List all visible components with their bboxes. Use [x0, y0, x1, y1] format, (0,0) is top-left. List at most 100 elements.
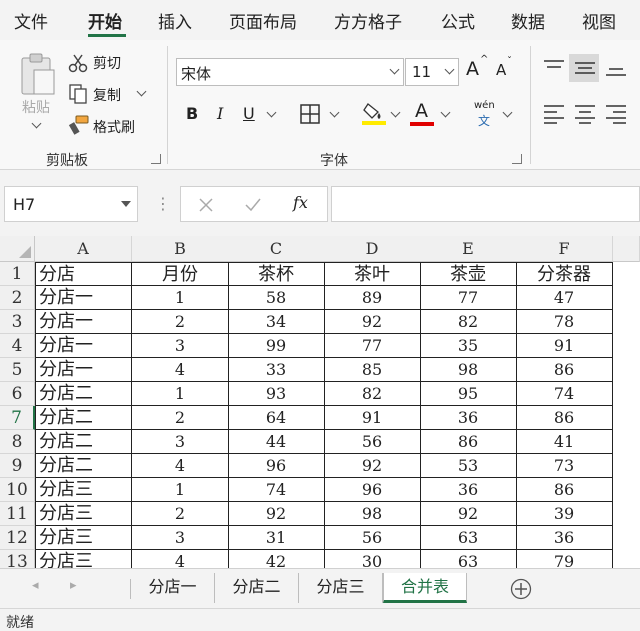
align-center-icon[interactable]: [574, 104, 596, 124]
table-cell[interactable]: 1: [132, 286, 229, 310]
table-cell[interactable]: 95: [420, 382, 517, 406]
table-cell[interactable]: 36: [420, 406, 517, 430]
sheet-tab-1[interactable]: 分店一: [131, 573, 215, 603]
table-cell[interactable]: 分店二: [35, 430, 132, 454]
sheet-tab-2[interactable]: 分店二: [215, 573, 299, 603]
chevron-down-icon[interactable]: [444, 64, 455, 75]
paste-button[interactable]: 粘贴: [22, 97, 50, 117]
table-cell[interactable]: 56: [324, 526, 421, 550]
insert-function-button[interactable]: fx: [293, 193, 308, 212]
table-cell[interactable]: 74: [516, 382, 613, 406]
align-right-icon[interactable]: [605, 104, 627, 124]
table-cell[interactable]: 分店二: [35, 454, 132, 478]
cancel-icon[interactable]: [198, 197, 214, 213]
table-cell[interactable]: 36: [516, 526, 613, 550]
table-cell[interactable]: 3: [132, 526, 229, 550]
table-cell[interactable]: 86: [516, 358, 613, 382]
cut-button[interactable]: 剪切: [93, 53, 121, 73]
caret-down-icon[interactable]: [121, 201, 131, 208]
table-cell[interactable]: 82: [324, 382, 421, 406]
table-cell[interactable]: 63: [420, 550, 517, 568]
table-cell[interactable]: 2: [132, 406, 229, 430]
header-cell[interactable]: 茶壶: [420, 262, 517, 286]
more-options-icon[interactable]: ⋮: [155, 194, 171, 213]
table-cell[interactable]: 44: [228, 430, 325, 454]
table-cell[interactable]: 96: [228, 454, 325, 478]
scroll-right-icon[interactable]: ▸: [70, 578, 77, 593]
column-header[interactable]: C: [228, 236, 325, 262]
table-cell[interactable]: 56: [324, 430, 421, 454]
align-middle-icon[interactable]: [574, 59, 596, 77]
menu-tab-data[interactable]: 数据: [511, 8, 545, 33]
borders-dropdown-icon[interactable]: [329, 107, 340, 118]
table-cell[interactable]: 4: [132, 550, 229, 568]
row-header[interactable]: 12: [0, 526, 35, 550]
table-cell[interactable]: 35: [420, 334, 517, 358]
menu-tab-file[interactable]: 文件: [14, 8, 48, 33]
table-cell[interactable]: 分店三: [35, 502, 132, 526]
borders-icon[interactable]: [300, 104, 320, 124]
align-left-icon[interactable]: [543, 104, 565, 124]
table-cell[interactable]: 99: [228, 334, 325, 358]
row-header[interactable]: 9: [0, 454, 35, 478]
sheet-tab-3[interactable]: 分店三: [299, 573, 383, 603]
table-cell[interactable]: 分店一: [35, 334, 132, 358]
italic-button[interactable]: I: [217, 104, 223, 123]
paste-dropdown-icon[interactable]: [31, 118, 42, 129]
table-cell[interactable]: 36: [420, 478, 517, 502]
menu-tab-formulas[interactable]: 公式: [441, 8, 475, 33]
row-header[interactable]: 4: [0, 334, 35, 358]
table-cell[interactable]: 42: [228, 550, 325, 568]
row-header[interactable]: 13: [0, 550, 35, 568]
header-cell[interactable]: 分茶器: [516, 262, 613, 286]
chevron-down-icon[interactable]: [389, 64, 400, 75]
table-cell[interactable]: 78: [516, 310, 613, 334]
table-cell[interactable]: 分店三: [35, 550, 132, 568]
row-header[interactable]: 3: [0, 310, 35, 334]
table-cell[interactable]: 31: [228, 526, 325, 550]
table-cell[interactable]: 3: [132, 334, 229, 358]
table-cell[interactable]: 1: [132, 382, 229, 406]
table-cell[interactable]: 77: [420, 286, 517, 310]
bold-button[interactable]: B: [186, 104, 198, 123]
table-cell[interactable]: 分店一: [35, 310, 132, 334]
align-bottom-icon[interactable]: [605, 60, 627, 78]
table-cell[interactable]: 3: [132, 430, 229, 454]
header-cell[interactable]: 分店: [35, 262, 132, 286]
table-cell[interactable]: 85: [324, 358, 421, 382]
row-header[interactable]: 11: [0, 502, 35, 526]
phonetic-dropdown-icon[interactable]: [502, 107, 513, 118]
row-header[interactable]: 1: [0, 262, 35, 286]
copy-button[interactable]: 复制: [93, 85, 121, 105]
table-cell[interactable]: 33: [228, 358, 325, 382]
font-launcher-icon[interactable]: [512, 154, 522, 164]
fill-color-icon[interactable]: [362, 100, 386, 126]
table-cell[interactable]: 39: [516, 502, 613, 526]
table-cell[interactable]: 分店二: [35, 382, 132, 406]
header-cell[interactable]: 茶叶: [324, 262, 421, 286]
add-sheet-icon[interactable]: [510, 578, 532, 600]
table-cell[interactable]: 34: [228, 310, 325, 334]
row-header[interactable]: 5: [0, 358, 35, 382]
table-cell[interactable]: 分店三: [35, 478, 132, 502]
menu-tab-view[interactable]: 视图: [582, 8, 616, 33]
spreadsheet-grid[interactable]: ABCDEF 1 分店 月份 茶杯 茶叶 茶壶 分茶器 2 分店一 1 58 89 77 47 3 分店一 2 3…: [0, 236, 640, 568]
column-header[interactable]: D: [324, 236, 421, 262]
align-top-icon[interactable]: [543, 58, 565, 76]
table-cell[interactable]: 92: [324, 454, 421, 478]
table-cell[interactable]: 74: [228, 478, 325, 502]
column-header[interactable]: F: [516, 236, 613, 262]
table-cell[interactable]: 77: [324, 334, 421, 358]
font-color-button[interactable]: A: [415, 100, 428, 122]
column-header[interactable]: E: [420, 236, 517, 262]
table-cell[interactable]: 30: [324, 550, 421, 568]
table-cell[interactable]: 91: [516, 334, 613, 358]
table-cell[interactable]: 63: [420, 526, 517, 550]
enter-check-icon[interactable]: [244, 197, 262, 213]
table-cell[interactable]: 分店一: [35, 286, 132, 310]
table-cell[interactable]: 98: [324, 502, 421, 526]
row-header[interactable]: 10: [0, 478, 35, 502]
table-cell[interactable]: 分店二: [35, 406, 132, 430]
row-header[interactable]: 8: [0, 430, 35, 454]
paste-icon[interactable]: [18, 52, 58, 98]
